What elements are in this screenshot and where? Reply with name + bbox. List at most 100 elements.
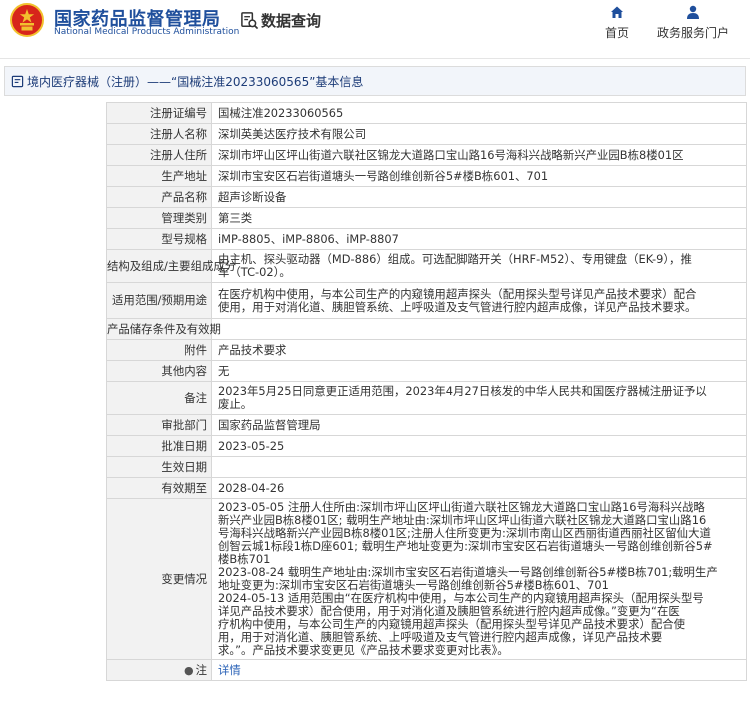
field-label-text: 注 — [195, 662, 207, 677]
table-row: 备注 2023年5月25日同意更正适用范围，2023年4月27日核发的中华人民共和… — [106, 381, 747, 415]
nav-home-label: 首页 — [604, 26, 629, 40]
field-value: 在医疗机构中使用，与本公司生产的内窥镜用超声探头（配用探头型号详见产品技术要求）… — [211, 282, 747, 319]
field-value-line: 深圳市宝安区石岩街道塘头一号路创维创新谷5#楼B栋601、701 — [218, 168, 549, 183]
field-value-line: 国家药品监督管理局 — [218, 417, 321, 432]
field-value: 2023年5月25日同意更正适用范围，2023年4月27日核发的中华人民共和国医… — [211, 381, 747, 415]
field-label-text: 适用范围/预期用途 — [112, 293, 207, 307]
table-row: 注册证编号 国械注准20233060565 — [106, 102, 747, 124]
field-label-text: 注册人住所 — [150, 147, 207, 162]
breadcrumb: 境内医疗器械（注册）——“国械注准20233060565”基本信息 — [4, 66, 746, 96]
field-value-line: 求。”。产品技术要求变更见《产品技术要求变更对比表》。 — [218, 643, 509, 657]
field-value: 2023-05-25 — [211, 435, 747, 457]
field-label: 其他内容 — [106, 360, 212, 382]
field-label-text: 注册人名称 — [150, 126, 207, 141]
table-row: 生效日期 — [106, 456, 747, 478]
field-label: 产品名称 — [106, 186, 212, 208]
field-label-text: 注册证编号 — [150, 105, 207, 120]
field-label: 适用范围/预期用途 — [106, 282, 212, 319]
field-label: 管理类别 — [106, 207, 212, 229]
field-value-line: 使用，用于对消化道、胰胆管系统、上呼吸道及支气管进行腔内超声成像，详见产品技术要… — [218, 299, 697, 314]
field-value — [211, 456, 747, 478]
field-label-text: 其他内容 — [161, 363, 207, 378]
table-row: 注册人名称 深圳英美达医疗技术有限公司 — [106, 123, 747, 145]
site-logo-subtitle: National Medical Products Administration — [54, 27, 240, 37]
table-row: 变更情况 2023-05-05 注册人住所由:深圳市坪山区坪山街道六联社区锦龙大道… — [106, 498, 747, 660]
table-row: 产品名称 超声诊断设备 — [106, 186, 747, 208]
field-label: 型号规格 — [106, 228, 212, 250]
details-link[interactable]: 详情 — [218, 663, 742, 677]
field-value: 超声诊断设备 — [211, 186, 747, 208]
field-value-line: 车（TC-02）。 — [218, 265, 291, 279]
field-label-text: 型号规格 — [161, 231, 207, 246]
field-label-text: 管理类别 — [161, 210, 207, 225]
field-label-text: 变更情况 — [161, 571, 207, 586]
field-label-text: 批准日期 — [161, 438, 207, 453]
field-value: 国家药品监督管理局 — [211, 414, 747, 436]
document-icon — [11, 75, 24, 87]
field-value: iMP-8805、iMP-8806、iMP-8807 — [211, 228, 747, 250]
field-label: 批准日期 — [106, 435, 212, 457]
field-label: 注册人住所 — [106, 144, 212, 166]
field-value-line: 第三类 — [218, 210, 253, 225]
table-row: 批准日期 2023-05-25 — [106, 435, 747, 457]
field-value-line: 产品技术要求 — [218, 342, 287, 357]
field-value: 深圳英美达医疗技术有限公司 — [211, 123, 747, 145]
field-label: 注册证编号 — [106, 102, 212, 124]
field-value-line: 深圳市坪山区坪山街道六联社区锦龙大道路口宝山路16号海科兴战略新兴产业园B栋8楼… — [218, 147, 684, 162]
field-value-line: 超声诊断设备 — [218, 189, 287, 204]
field-value-line: 2023-05-25 — [218, 438, 285, 453]
field-label: 结构及组成/主要组成成分 — [106, 249, 236, 283]
table-row: 型号规格 iMP-8805、iMP-8806、iMP-8807 — [106, 228, 747, 250]
field-label: 产品储存条件及有效期 — [106, 318, 221, 340]
field-label: 附件 — [106, 339, 212, 361]
table-row: 产品储存条件及有效期 — [106, 318, 747, 340]
home-icon — [611, 6, 623, 18]
data-query-title[interactable]: 数据查询 — [240, 9, 321, 31]
field-value: 产品技术要求 — [211, 339, 747, 361]
field-value: 深圳市宝安区石岩街道塘头一号路创维创新谷5#楼B栋601、701 — [211, 165, 747, 187]
nav-gov-label: 政务服务门户 — [656, 26, 729, 40]
field-label-text: 生效日期 — [161, 459, 207, 474]
field-label: 备注 — [106, 381, 212, 415]
field-value — [211, 318, 747, 340]
table-row: 审批部门 国家药品监督管理局 — [106, 414, 747, 436]
table-row: 管理类别 第三类 — [106, 207, 747, 229]
field-label-text: 有效期至 — [161, 480, 207, 495]
field-label-text: 产品名称 — [161, 189, 207, 204]
table-row: 适用范围/预期用途 在医疗机构中使用，与本公司生产的内窥镜用超声探头（配用探头型号… — [106, 282, 747, 319]
field-label: 生效日期 — [106, 456, 212, 478]
field-value: 2028-04-26 — [211, 477, 747, 499]
field-label: 生产地址 — [106, 165, 212, 187]
user-icon — [687, 5, 699, 19]
table-row: 注册人住所 深圳市坪山区坪山街道六联社区锦龙大道路口宝山路16号海科兴战略新兴产业… — [106, 144, 747, 166]
field-label-text: 备注 — [184, 390, 207, 405]
field-value: 深圳市坪山区坪山街道六联社区锦龙大道路口宝山路16号海科兴战略新兴产业园B栋8楼… — [211, 144, 747, 166]
table-row: 附件 产品技术要求 — [106, 339, 747, 361]
field-value: 2023-05-05 注册人住所由:深圳市坪山区坪山街道六联社区锦龙大道路口宝山… — [211, 498, 747, 660]
field-label-text: 生产地址 — [161, 168, 207, 183]
field-value: 国械注准20233060565 — [211, 102, 747, 124]
field-label-text: 产品储存条件及有效期 — [107, 321, 221, 336]
field-label-text: 附件 — [184, 342, 207, 357]
field-value-line: 创智云城1标段1栋D座601; 载明生产地址变更为:深圳市宝安区石岩街道塘头一号… — [218, 539, 713, 553]
field-value-line: 2023年5月25日同意更正适用范围，2023年4月27日核发的中华人民共和国医… — [218, 384, 707, 398]
data-query-label: 数据查询 — [261, 11, 322, 30]
nav-home[interactable]: 首页 — [604, 4, 630, 41]
field-label: 注册人名称 — [106, 123, 212, 145]
pin-icon: ● — [183, 663, 194, 677]
field-label: 审批部门 — [106, 414, 212, 436]
nav-gov-services[interactable]: 政务服务门户 — [656, 4, 730, 41]
table-row: ● 注详情 — [106, 659, 747, 681]
table-row: 有效期至 2028-04-26 — [106, 477, 747, 499]
field-label: ● 注 — [106, 659, 212, 681]
header-divider — [0, 58, 750, 59]
field-value-line: 国械注准20233060565 — [218, 105, 344, 120]
breadcrumb-text: 境内医疗器械（注册）——“国械注准20233060565”基本信息 — [27, 74, 364, 89]
field-value: 无 — [211, 360, 747, 382]
national-emblem-icon — [10, 3, 44, 37]
field-value-line: 废止。 — [218, 397, 253, 411]
field-label-text: 结构及组成/主要组成成分 — [107, 258, 237, 273]
field-value: 由主机、探头驱动器（MD-886）组成。可选配脚踏开关（HRF-M52）、专用键… — [211, 249, 747, 283]
field-value-line: iMP-8805、iMP-8806、iMP-8807 — [218, 231, 399, 246]
data-query-icon — [241, 11, 259, 29]
